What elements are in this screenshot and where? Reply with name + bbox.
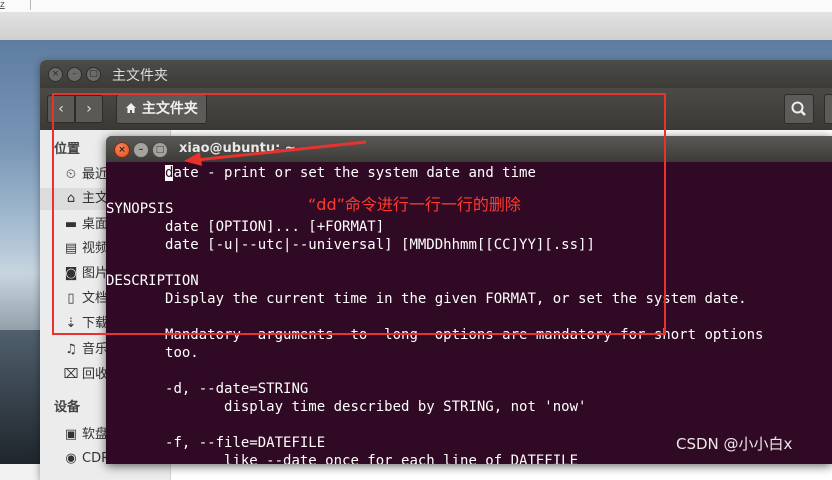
sidebar-item-label: 音乐 [82,342,109,357]
fm-close-icon[interactable]: × [48,67,63,82]
terminal-line-text: like --date once for each line of DATEFI… [224,453,579,464]
terminal-line-text: -d, --date=STRING [165,381,309,397]
terminal-line: like --date once for each line of DATEFI… [106,452,578,464]
devices-header: 设备 [54,400,81,415]
terminal-line-text: -f, --file=DATEFILE [165,435,326,451]
terminal-line-indent [106,399,224,415]
disk-icon: ▣ [64,427,78,442]
view-menu-button[interactable] [824,94,832,124]
trash-icon: ⌧ [63,367,79,382]
watermark-text: CSDN @小小白x [676,435,793,453]
sidebar-item-label: 软盘 [82,427,109,442]
strip-divider [30,0,31,10]
search-button[interactable] [784,94,814,124]
file-manager-title: 主文件夹 [112,68,168,84]
terminal-line: display time described by STRING, not 'n… [106,398,586,416]
file-manager-titlebar: × – □ 主文件夹 [40,60,832,88]
corner-glyph: z [0,0,5,10]
search-icon [791,101,806,116]
music-icon: ♫ [65,342,77,357]
sidebar-item-label: 回收 [82,367,109,382]
fm-maximize-icon[interactable]: □ [86,67,101,82]
terminal-line-text: display time described by STRING, not 'n… [224,399,587,415]
terminal-line-indent [106,381,165,397]
terminal-line-indent [106,435,165,451]
terminal-line: -f, --file=DATEFILE [106,434,325,452]
terminal-line-indent [106,453,224,464]
terminal-line-indent [106,345,165,361]
terminal-line: too. [106,344,199,362]
terminal-line: -d, --date=STRING [106,380,308,398]
fm-minimize-icon[interactable]: – [67,67,82,82]
annotation-text: “dd”命令进行一行一行的删除 [308,195,521,214]
terminal-line-text: too. [165,345,199,361]
top-panel [0,12,832,42]
disc-icon: ◉ [65,451,77,466]
